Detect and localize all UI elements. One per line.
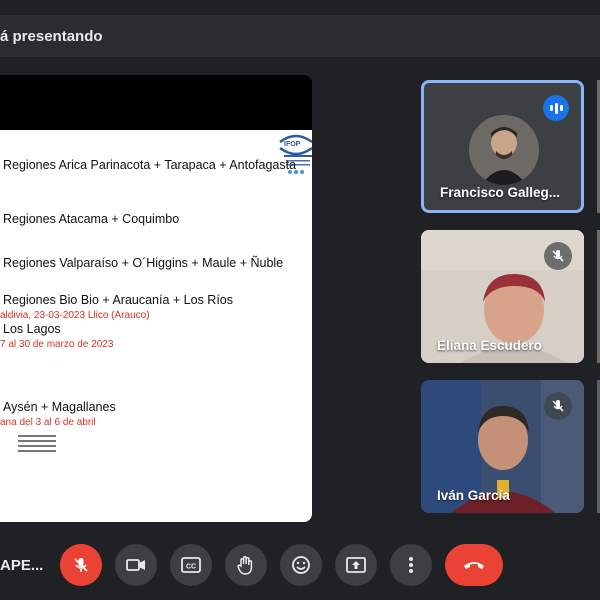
camera-toggle-button[interactable]: [115, 544, 157, 586]
present-icon: [346, 557, 366, 573]
slide-line: Los Lagos: [3, 322, 61, 336]
participant-name: Francisco Galleg...: [440, 185, 561, 200]
captions-icon: CC: [181, 557, 201, 573]
slide-line: Regiones Arica Parinacota + Tarapaca + A…: [3, 158, 297, 172]
slide-line-date: 7 al 30 de marzo de 2023: [0, 339, 114, 350]
mic-toggle-button[interactable]: [60, 544, 102, 586]
participant-tile-eliana[interactable]: Eliana Escudero: [421, 230, 584, 363]
speaking-indicator-icon: [543, 95, 569, 121]
logo-text: IFOP: [284, 141, 301, 148]
raise-hand-button[interactable]: [225, 544, 267, 586]
captions-button[interactable]: CC: [170, 544, 212, 586]
participant-name: Eliana Escudero: [437, 338, 543, 353]
slide-line-date: aldivia, 23-03-2023 Llico (Arauco): [0, 310, 150, 321]
shared-screen[interactable]: IFOP Regiones Arica Parinacota + Tarapac…: [0, 75, 312, 522]
meeting-code: APE...: [0, 557, 44, 574]
present-screen-button[interactable]: [335, 544, 377, 586]
ifop-logo: IFOP: [279, 134, 312, 174]
slide-line: Regiones Bio Bio + Araucanía + Los Ríos: [3, 293, 234, 307]
slide-line: Regiones Valparaíso + O´Higgins + Maule …: [3, 256, 284, 270]
mic-off-icon: [544, 242, 572, 270]
slide-line: Aysén + Magallanes: [3, 400, 116, 414]
slide-footer-logo: [18, 432, 56, 462]
slide: IFOP Regiones Arica Parinacota + Tarapac…: [0, 130, 312, 522]
end-call-icon: [464, 562, 484, 569]
slide-line: Regiones Atacama + Coquimbo: [3, 212, 180, 226]
camera-icon: [126, 559, 145, 571]
participant-tile-ivan[interactable]: Iván García: [421, 380, 584, 513]
more-options-button[interactable]: [390, 544, 432, 586]
avatar: [469, 115, 539, 185]
end-call-button[interactable]: [445, 544, 503, 586]
svg-text:CC: CC: [186, 564, 196, 571]
participant-name: Iván García: [437, 488, 510, 503]
mic-off-icon: [544, 392, 572, 420]
emoji-reaction-button[interactable]: [280, 544, 322, 586]
more-vert-icon: [409, 557, 413, 573]
hand-icon: [237, 556, 253, 575]
meeting-controls: APE... CC: [0, 540, 600, 590]
emoji-icon: [292, 556, 310, 574]
mic-off-icon: [74, 558, 88, 572]
participant-tile-francisco[interactable]: Francisco Galleg...: [421, 80, 584, 213]
presenting-label: á presentando: [0, 28, 103, 45]
slide-line-date: ana del 3 al 6 de abril: [0, 417, 96, 428]
presentation-header: á presentando: [0, 15, 600, 57]
